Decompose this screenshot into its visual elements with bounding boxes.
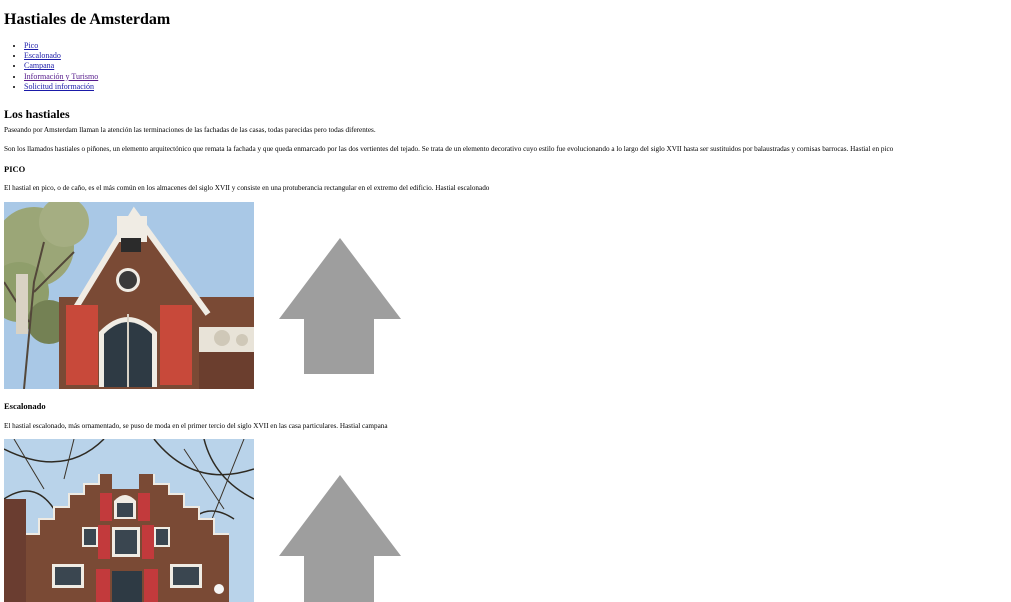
page: Hastiales de Amsterdam Pico Escalonado C…: [4, 0, 1004, 92]
nav-link-pico[interactable]: Pico: [24, 41, 38, 50]
escalonado-gable-photo: [4, 439, 254, 602]
nav-link-informacion-turismo[interactable]: Información y Turismo: [24, 72, 98, 81]
nav-link-solicitud-informacion[interactable]: Solicitud información: [24, 82, 94, 91]
intro-paragraph-1: Paseando por Amsterdam llaman la atenció…: [4, 126, 376, 134]
page-title: Hastiales de Amsterdam: [4, 11, 171, 28]
escalonado-up-arrow-icon: [279, 475, 402, 602]
pico-up-arrow-icon: [279, 238, 402, 379]
section-heading-pico: PICO: [4, 164, 26, 174]
nav-item-escalonado: Escalonado: [24, 51, 1004, 61]
pico-gable-photo: [4, 202, 254, 389]
nav-item-campana: Campana: [24, 61, 1004, 71]
nav-item-solicitud: Solicitud información: [24, 82, 1004, 92]
intro-paragraph-2: Son los llamados hastiales o piñones, un…: [4, 145, 894, 153]
nav-link-campana[interactable]: Campana: [24, 61, 54, 70]
nav-list: Pico Escalonado Campana Información y Tu…: [4, 41, 1004, 92]
nav-item-informacion: Información y Turismo: [24, 72, 1004, 82]
escalonado-paragraph: El hastial escalonado, más ornamentado, …: [4, 422, 388, 430]
section-heading-escalonado: Escalonado: [4, 401, 46, 411]
nav-item-pico: Pico: [24, 41, 1004, 51]
pico-paragraph: El hastial en pico, o de caño, es el más…: [4, 184, 490, 192]
section-heading-hastiales: Los hastiales: [4, 107, 70, 121]
nav-link-escalonado[interactable]: Escalonado: [24, 51, 61, 60]
